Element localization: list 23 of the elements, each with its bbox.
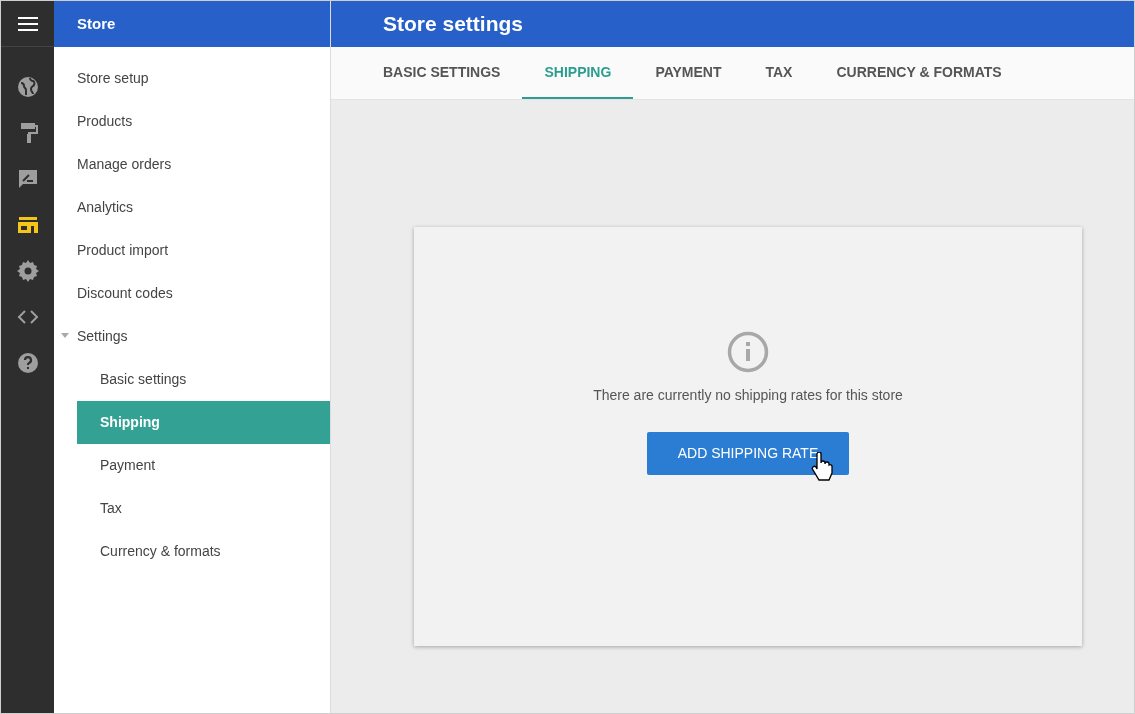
tab[interactable]: TAX <box>743 47 815 99</box>
sidebar-item[interactable]: Manage orders <box>54 143 330 186</box>
sidebar-item[interactable]: Store setup <box>54 57 330 100</box>
sidebar-item[interactable]: Settings <box>54 315 330 358</box>
page-title: Store settings <box>383 11 524 38</box>
settings-icon[interactable] <box>15 259 40 283</box>
sidebar-item[interactable]: Currency & formats <box>77 530 330 573</box>
sidebar-item[interactable]: Discount codes <box>54 272 330 315</box>
sidebar-item[interactable]: Product import <box>54 229 330 272</box>
help-icon[interactable] <box>15 351 40 375</box>
tab[interactable]: PAYMENT <box>633 47 744 99</box>
add-shipping-rate-button[interactable]: ADD SHIPPING RATE <box>646 432 850 475</box>
info-icon <box>727 331 769 373</box>
sidebar-item[interactable]: Tax <box>77 487 330 530</box>
sidebar-item[interactable]: Analytics <box>54 186 330 229</box>
tab[interactable]: CURRENCY & FORMATS <box>814 47 1024 99</box>
sidebar-title: Store <box>77 13 116 34</box>
tab[interactable]: BASIC SETTINGS <box>361 47 523 99</box>
empty-state-message: There are currently no shipping rates for this store <box>593 386 903 405</box>
sidebar-item[interactable]: Basic settings <box>77 358 330 401</box>
globe-icon[interactable] <box>15 75 40 99</box>
sidebar-item[interactable]: Products <box>54 100 330 143</box>
sidebar-item[interactable]: Payment <box>77 444 330 487</box>
